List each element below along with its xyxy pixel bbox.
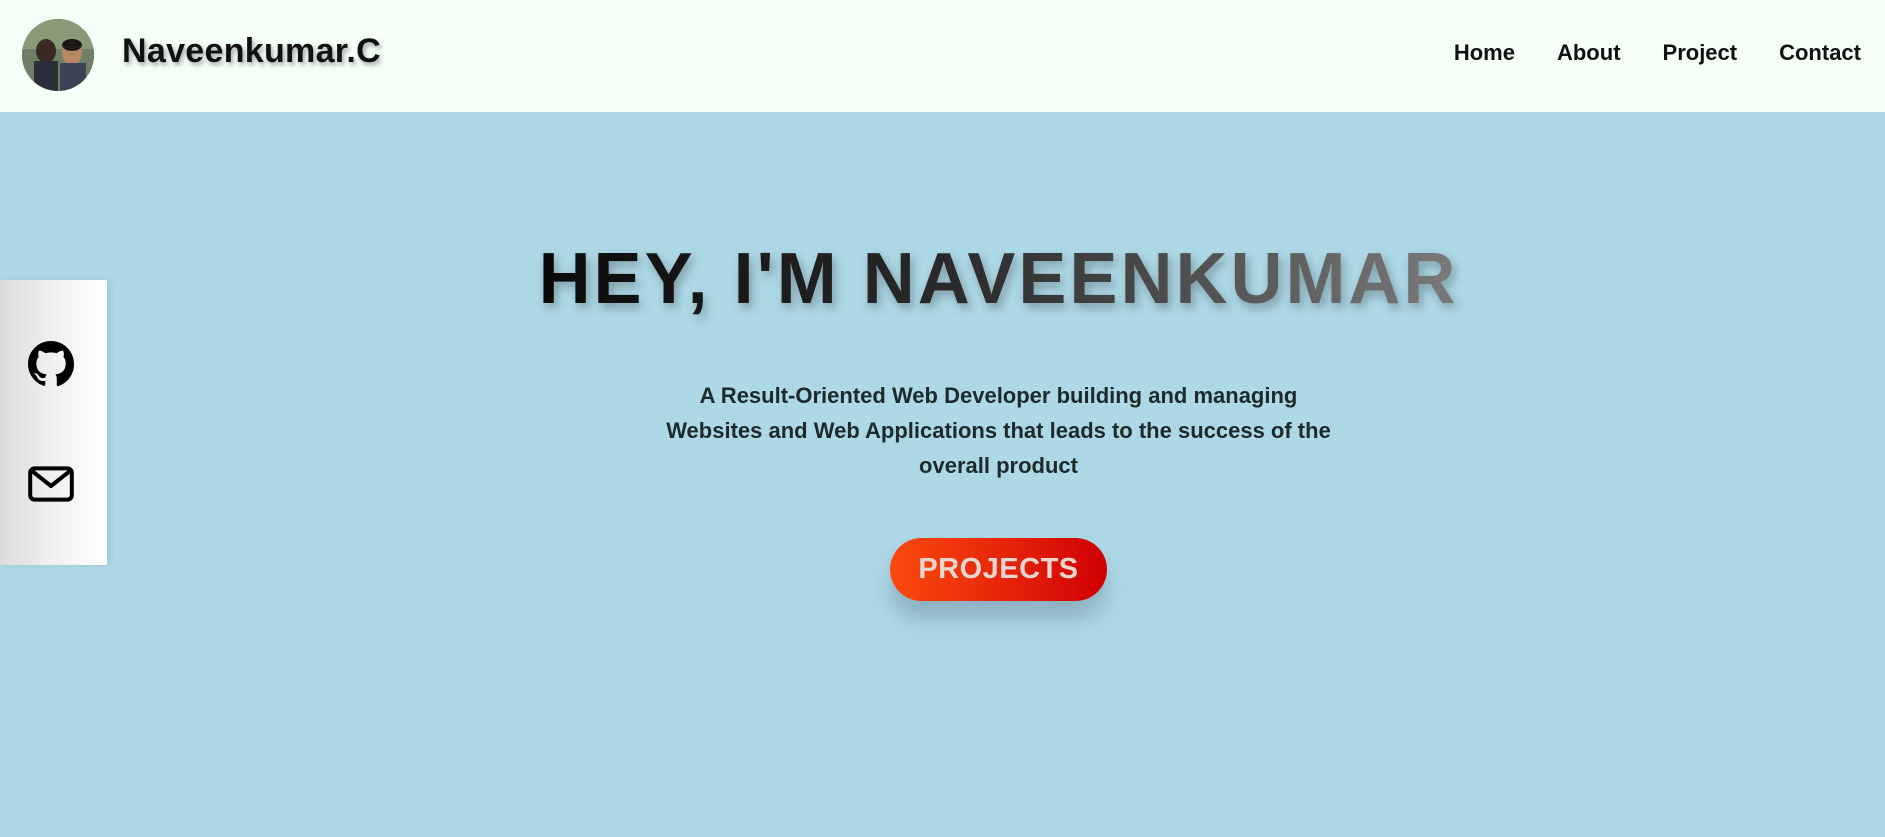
nav-about-link[interactable]: About <box>1557 40 1621 66</box>
hero-subtitle: A Result-Oriented Web Developer building… <box>666 383 1331 478</box>
site-header: Naveenkumar.C Home About Project Contact <box>0 0 1885 112</box>
hero-title: HEY, I'M NAVEENKUMAR <box>0 238 1885 320</box>
main-nav: Home About Project Contact <box>1454 40 1861 66</box>
social-sidebar <box>0 280 107 565</box>
projects-button[interactable]: PROJECTS <box>890 538 1107 601</box>
github-icon <box>28 341 75 387</box>
brand-name[interactable]: Naveenkumar.C <box>122 32 381 71</box>
mail-icon <box>28 466 74 502</box>
avatar <box>22 19 94 91</box>
email-link[interactable] <box>27 460 75 508</box>
nav-contact-link[interactable]: Contact <box>1779 40 1861 66</box>
nav-home-link[interactable]: Home <box>1454 40 1515 66</box>
github-link[interactable] <box>27 340 75 388</box>
hero-title-text: HEY, I'M NAVEENKUMAR <box>538 239 1459 319</box>
nav-project-link[interactable]: Project <box>1663 40 1738 66</box>
